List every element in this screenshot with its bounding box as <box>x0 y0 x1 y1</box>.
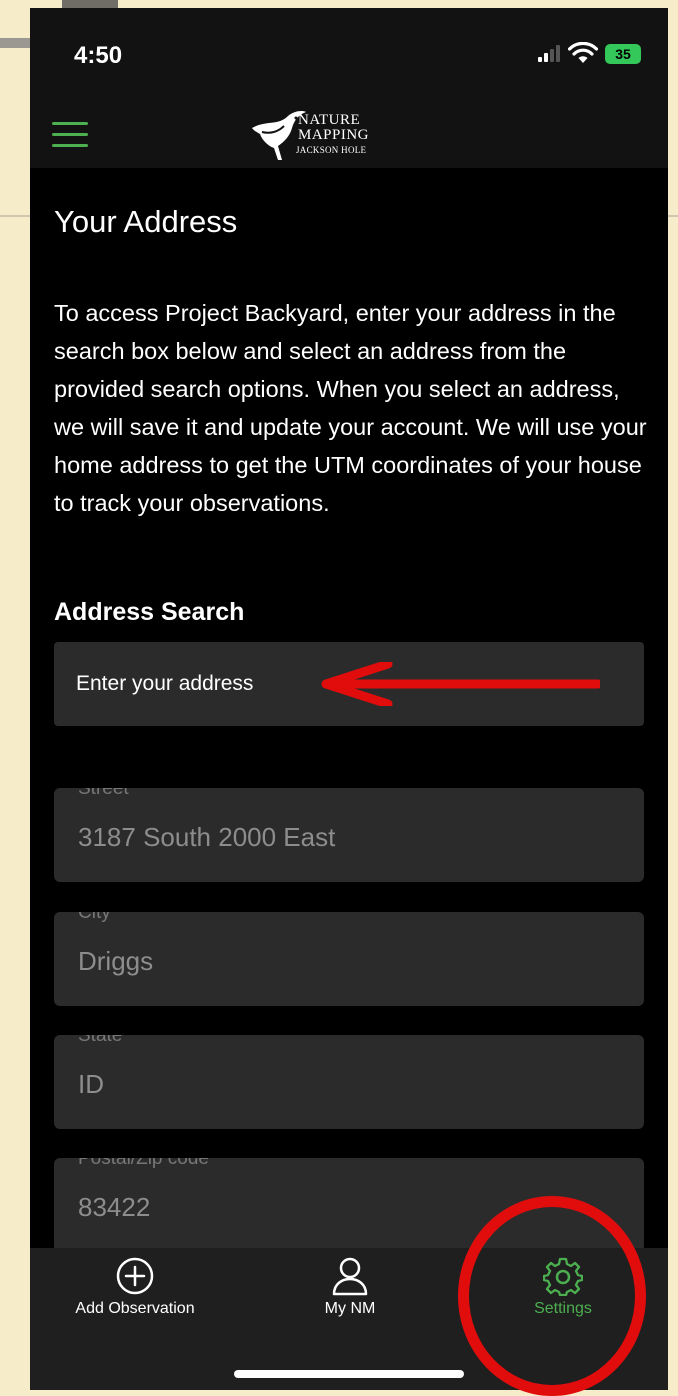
plus-circle-icon <box>116 1257 154 1295</box>
battery-indicator: 35 <box>605 44 641 64</box>
nature-mapping-logo: NATURE MAPPING JACKSON HOLE <box>248 106 376 162</box>
wifi-icon <box>568 42 598 63</box>
tab-my-nm[interactable]: My NM <box>245 1256 455 1346</box>
city-label: City <box>78 912 111 923</box>
person-icon <box>332 1257 368 1296</box>
logo-text: JACKSON HOLE <box>296 145 367 155</box>
nav-bar: NATURE MAPPING JACKSON HOLE <box>30 100 668 168</box>
state-label: State <box>78 1035 123 1046</box>
city-field[interactable]: City Driggs <box>54 912 644 1006</box>
state-field[interactable]: State ID <box>54 1035 644 1129</box>
zip-value: 83422 <box>78 1192 151 1222</box>
street-label: Street <box>78 788 129 799</box>
home-indicator <box>234 1370 464 1378</box>
state-value: ID <box>78 1069 104 1099</box>
phone-screen: 4:50 35 NATURE MAPPING JACKSON HOLE Your… <box>30 8 668 1390</box>
page-title: Your Address <box>54 204 238 239</box>
status-bar: 4:50 35 <box>30 8 668 100</box>
background-decoration <box>62 0 118 8</box>
red-circle-annotation <box>458 1196 646 1396</box>
tab-label: My NM <box>324 1300 376 1317</box>
city-value: Driggs <box>78 946 154 976</box>
signal-icon <box>538 44 560 62</box>
red-arrow-annotation <box>321 662 600 706</box>
logo-text: MAPPING <box>298 127 370 143</box>
status-time: 4:50 <box>74 42 123 69</box>
intro-text: To access Project Backyard, enter your a… <box>54 300 647 516</box>
street-value: 3187 South 2000 East <box>78 822 336 852</box>
hamburger-menu-icon[interactable] <box>52 122 88 148</box>
street-field[interactable]: Street 3187 South 2000 East <box>54 788 644 882</box>
tab-label: Add Observation <box>75 1300 195 1317</box>
tab-add-observation[interactable]: Add Observation <box>30 1256 240 1346</box>
zip-label: Postal/Zip code <box>78 1158 209 1169</box>
address-search-label: Address Search <box>54 598 245 626</box>
